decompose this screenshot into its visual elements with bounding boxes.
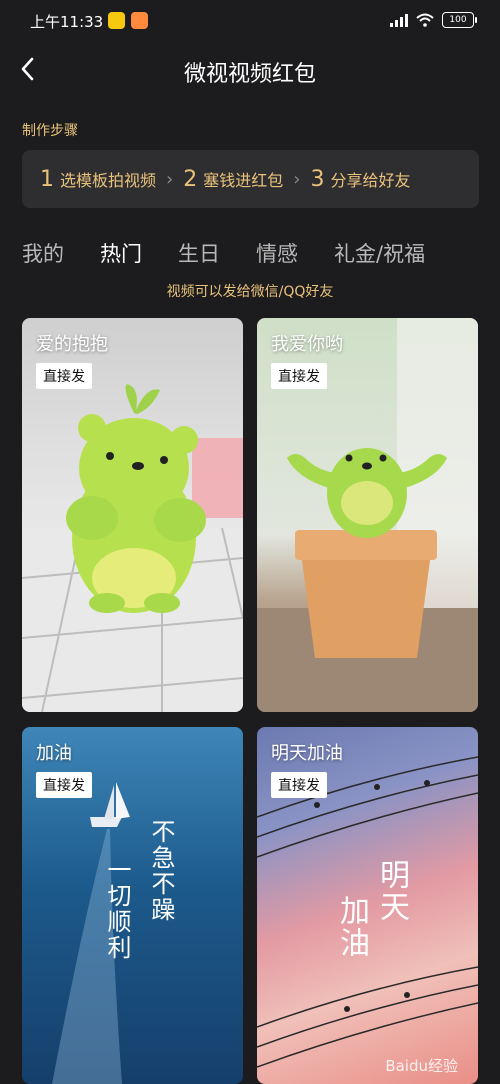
send-directly-button[interactable]: 直接发 [36,772,92,798]
watermark: Baidu经验 [385,1057,458,1075]
status-time: 上午11:33 [30,13,104,31]
signal-icon [390,13,408,27]
calligraphy-line: 一切顺利 [103,857,131,961]
calligraphy-line: 加油 [334,895,369,959]
tab-mine[interactable]: 我的 [22,238,64,270]
tab-popular[interactable]: 热门 [100,238,142,270]
step-2: 2 塞钱进红包 [183,167,283,192]
tab-gift-blessing[interactable]: 礼金/祝福 [334,238,425,270]
template-card[interactable]: 明天加油 直接发 明天 加油 Baidu经验 [257,727,478,1084]
step-number: 2 [183,166,198,192]
chevron-right-icon: › [293,168,301,190]
steps-label: 制作步骤 [22,123,78,139]
calligraphy-line: 明天 [374,859,409,923]
status-bar: 上午11:33 100 [0,0,500,44]
app-notification-icon [131,12,148,29]
step-number: 3 [310,166,325,192]
send-directly-button[interactable]: 直接发 [271,363,327,389]
step-text: 塞钱进红包 [203,170,284,190]
share-hint: 视频可以发给微信/QQ好友 [166,284,334,300]
wifi-icon [416,13,434,27]
header: 微视视频红包 [0,44,500,96]
steps-box: 1 选模板拍视频 › 2 塞钱进红包 › 3 分享给好友 [22,150,479,208]
chevron-right-icon: › [166,168,174,190]
step-1: 1 选模板拍视频 [40,167,156,192]
notification-icon [108,12,125,29]
step-number: 1 [40,166,54,192]
card-title: 爱的抱抱 [36,334,108,355]
page-title: 微视视频红包 [183,62,316,87]
step-text: 选模板拍视频 [60,170,157,190]
send-directly-button[interactable]: 直接发 [36,363,92,389]
send-directly-button[interactable]: 直接发 [271,772,327,798]
template-card[interactable]: 加油 直接发 不急不躁 一切顺利 [22,727,243,1084]
category-tabs: 我的 热门 生日 情感 礼金/祝福 [22,238,461,270]
battery-icon: 100 [442,12,477,28]
card-title: 明天加油 [271,743,343,764]
card-title: 我爱你哟 [271,334,343,355]
card-title: 加油 [36,743,72,764]
template-card[interactable]: 爱的抱抱 直接发 [22,318,243,712]
template-card[interactable]: 我爱你哟 直接发 [257,318,478,712]
calligraphy-line: 不急不躁 [147,819,175,923]
step-text: 分享给好友 [330,170,411,190]
tab-birthday[interactable]: 生日 [178,238,220,270]
step-3: 3 分享给好友 [310,167,410,192]
tab-emotion[interactable]: 情感 [256,238,298,270]
